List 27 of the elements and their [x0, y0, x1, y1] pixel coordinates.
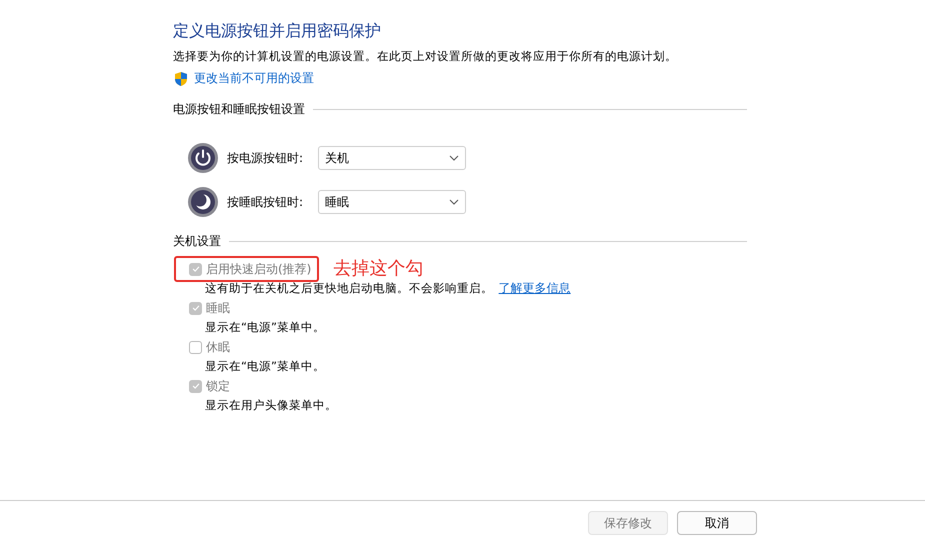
chevron-icon [449, 155, 459, 161]
chevron-icon [449, 199, 459, 205]
option-description: 显示在“电源”菜单中。 [205, 320, 325, 334]
option-label: 休眠 [206, 339, 230, 355]
dropdown[interactable]: 睡眠 [318, 190, 466, 214]
annotation-text: 去掉这个勾 [333, 257, 424, 281]
footer-button[interactable]: 取消 [677, 511, 757, 535]
checkmark-icon [190, 381, 200, 391]
shield-icon [173, 70, 189, 86]
power-icon [187, 142, 219, 174]
field-label: 按睡眠按钮时: [227, 194, 304, 210]
field-label: 按电源按钮时: [227, 150, 304, 166]
description-text: 选择要为你的计算机设置的电源设置。在此页上对设置所做的更改将应用于你所有的电源计划。 [173, 48, 678, 64]
moon-icon [187, 186, 219, 218]
checkmark-icon [190, 264, 200, 274]
change-settings-link[interactable]: 更改当前不可用的设置 [194, 70, 314, 87]
option-label: 锁定 [206, 378, 230, 394]
option-description: 显示在用户头像菜单中。 [205, 398, 337, 412]
checkmark-icon [190, 303, 200, 313]
section-heading: 电源按钮和睡眠按钮设置 [173, 101, 305, 118]
option-label: 睡眠 [206, 300, 230, 316]
page-title: 定义电源按钮并启用密码保护 [173, 20, 382, 42]
dropdown[interactable]: 关机 [318, 146, 466, 170]
section-heading: 关机设置 [173, 233, 221, 250]
option-label: 启用快速启动(推荐) [206, 261, 312, 277]
option-description: 这有助于在关机之后更快地启动电脑。不会影响重启。 [205, 281, 493, 295]
option-description: 显示在“电源”菜单中。 [205, 359, 325, 373]
